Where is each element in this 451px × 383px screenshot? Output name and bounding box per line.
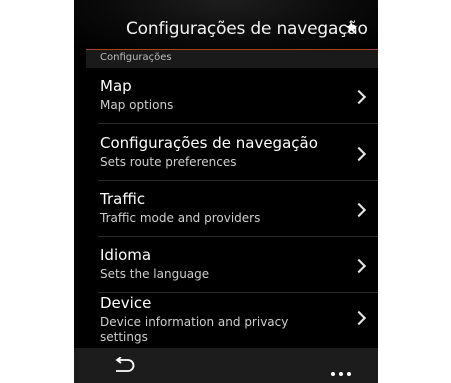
menu-item-traffic[interactable]: Traffic Traffic mode and providers [86,181,378,237]
chevron-right-icon [351,310,367,326]
chevron-right-icon [351,202,367,218]
more-dots-icon[interactable] [330,362,352,381]
menu-item-subtitle: Sets route preferences [100,155,237,169]
menu-item-title: Device [100,294,152,312]
section-label: Configurações [100,52,172,63]
menu-item-subtitle: Traffic mode and providers [100,211,261,225]
navigation-settings-screen: Configurações de navegação ★ Configuraçõ… [74,0,378,383]
menu-item-device[interactable]: Device Device information and privacy se… [86,293,378,348]
menu-item-title: Configurações de navegação [100,134,318,152]
menu-item-title: Idioma [100,246,152,264]
menu-item-title: Traffic [100,190,146,208]
section-header: Configurações [86,49,378,68]
chevron-right-icon [351,89,367,105]
page-title: Configurações de navegação [126,19,368,39]
menu-item-subtitle: Device information and privacy settings [100,315,289,344]
menu-item-language[interactable]: Idioma Sets the language [86,237,378,293]
chevron-right-icon [351,258,367,274]
menu-item-subtitle: Sets the language [100,267,210,281]
bottom-bar [74,348,378,383]
menu-item-title: Map [100,77,132,95]
back-arrow-icon[interactable] [112,356,136,378]
chevron-right-icon [351,146,367,162]
header-bar: Configurações de navegação ★ [74,0,378,50]
menu-item-map[interactable]: Map Map options [86,68,378,124]
menu-item-subtitle: Map options [100,98,174,112]
star-icon[interactable]: ★ [344,18,358,37]
menu-item-navigation-settings[interactable]: Configurações de navegação Sets route pr… [86,124,378,181]
